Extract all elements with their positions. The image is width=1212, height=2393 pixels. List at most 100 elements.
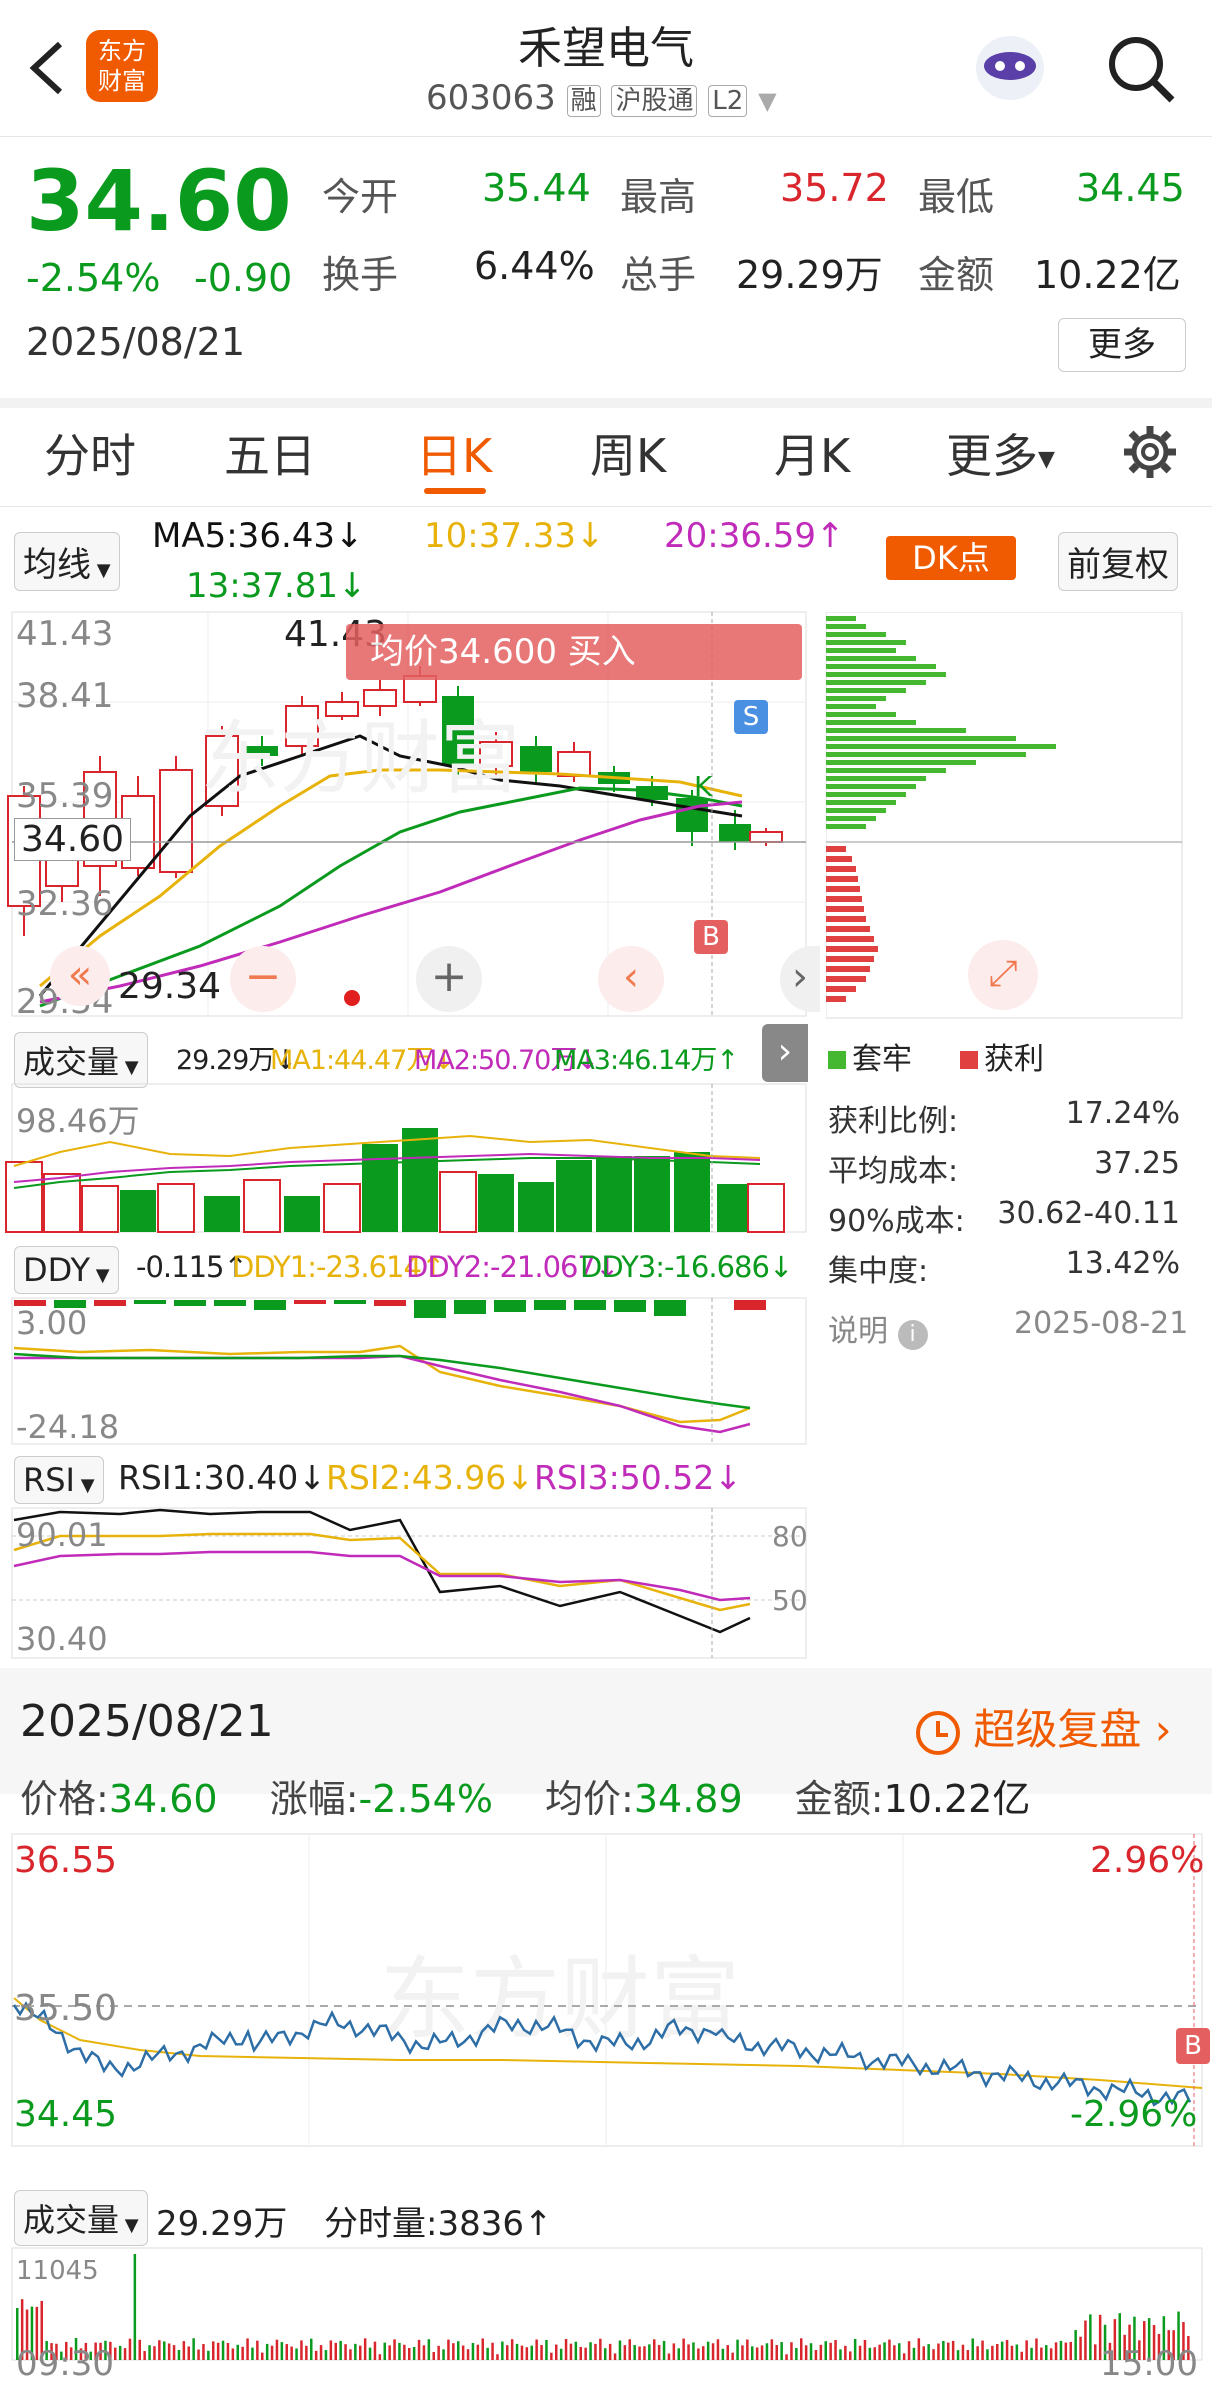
minute-volume-label: 分时量: [324,2204,438,2244]
zoom-out-icon[interactable]: − [230,946,296,1012]
intraday-volume-bar [368,2347,372,2360]
intraday-volume-bar [172,2345,176,2360]
cost-bar-trapped [826,616,856,621]
badge-connect: 沪股通 [611,85,698,117]
intraday-volume-bar [491,2342,494,2360]
intraday-amount-label: 金额: [794,1777,884,1821]
cost-bar-trapped [826,760,976,765]
intraday-volume-bar [922,2346,925,2360]
intraday-volume-bar [226,2342,230,2360]
intraday-volume-bar [525,2347,529,2360]
intraday-pct: -2.54% [358,1777,493,1821]
intraday-volume-bar [167,2343,171,2360]
intraday-volume-bar [1089,2314,1092,2360]
intraday-volume-bar [1010,2345,1014,2360]
rsi-select[interactable]: RSI ▼ [14,1456,104,1504]
super-review-label: 超级复盘 [973,1705,1142,1754]
zoom-in-icon[interactable]: + [416,946,482,1012]
amount-label: 金额 [918,253,995,297]
volume-bar [634,1156,670,1232]
buy-signal-b: B [694,920,728,954]
cost-bar-trapped [826,696,886,701]
intraday-volume-bar [506,2345,509,2360]
intraday-avg-label: 均价: [545,1777,634,1821]
tab-daily-k[interactable]: 日K [416,420,492,486]
tab-more[interactable]: 更多▼ [946,420,1055,486]
intraday-volume-bar [559,2348,563,2360]
stock-code-row[interactable]: 603063 融 沪股通 L2 ▼ [426,78,777,118]
cost-bar-profit [826,926,870,932]
intraday-volume-bar [839,2349,842,2360]
cost-90-row: 90%成本: 30.62-40.11 [828,1196,1180,1240]
expand-panel-icon[interactable]: › [762,1024,808,1082]
settings-gear-icon[interactable] [1120,422,1180,482]
intraday-volume-bar [422,2345,426,2360]
intraday-volume-bar [780,2342,783,2360]
intraday-volume-bar [564,2338,568,2360]
scroll-left-icon[interactable]: ‹ [598,946,664,1012]
intraday-volume-bar [295,2348,298,2360]
profit-ratio-value: 17.24% [1065,1096,1180,1131]
legend-trapped: 套牢 [828,1034,912,1078]
concentration-row: 集中度: 13.42% [828,1246,1180,1290]
tab-weekly-k[interactable]: 周K [590,420,666,486]
intraday-volume-bar [844,2345,847,2360]
intraday-volume-bar [408,2348,411,2360]
ma-select[interactable]: 均线 ▼ [14,532,120,591]
cost-bar-trapped [826,768,946,773]
intraday-volume-bar [986,2349,989,2360]
volume-bar [402,1128,438,1232]
intraday-volume-bar [1035,2338,1038,2360]
intraday-volume-bar [270,2345,274,2360]
dk-point-button[interactable]: DK点 [886,536,1016,580]
adjust-button[interactable]: 前复权 [1058,532,1178,591]
tab-monthly-k[interactable]: 月K [774,420,850,486]
ddy-bar [134,1300,166,1304]
intraday-chart[interactable]: 东方财富 [0,1830,1212,2150]
intraday-volume-bar [241,2346,244,2360]
cost-bar-trapped [826,736,1016,741]
intraday-volume-bar [123,2348,127,2360]
current-price-tag: 34.60 [14,818,132,861]
intraday-pct-top: 2.96% [1090,1840,1205,1881]
scroll-left-fast-icon[interactable]: « [50,946,110,1006]
intraday-volume-bar [976,2346,979,2360]
intraday-volume-bar [589,2342,592,2360]
ddy-bar [494,1300,526,1312]
ddy-bar [614,1300,646,1312]
candle-body [520,746,552,772]
explain-link[interactable]: 说明 i [828,1306,928,1350]
cost-bar-trapped [826,728,966,733]
search-icon[interactable] [1104,32,1178,106]
candle-body [749,831,783,843]
tab-intraday[interactable]: 分时 [44,420,136,486]
intraday-volume-bar [648,2344,651,2360]
tab-five-day[interactable]: 五日 [224,420,316,486]
ddy3-value: DDY3:-16.686↓ [580,1250,793,1284]
intraday-volume-bar [947,2342,950,2360]
intraday-volume-bar [981,2340,984,2360]
intraday-volume-select[interactable]: 成交量 ▼ [14,2190,148,2246]
avg-price-banner: 均价34.600 买入 [346,624,802,680]
badge-margin: 融 [566,85,601,117]
cost-bar-trapped [826,744,1056,749]
super-review-button[interactable]: 超级复盘 › [916,1696,1172,1757]
intraday-y-mid: 35.50 [14,1988,118,2029]
kline-axis-3: 35.39 [16,776,114,816]
robot-assistant-icon[interactable] [966,26,1054,110]
cost-bar-trapped [826,664,936,669]
intraday-volume-bar [314,2350,318,2360]
cost-bar-trapped [826,672,946,677]
intraday-volume-bar [192,2338,195,2360]
intraday-volume-bar [305,2345,308,2360]
intraday-volume-bar [741,2345,744,2360]
intraday-volume-bar [755,2347,759,2360]
intraday-volume-total: 29.29万 [156,2204,288,2244]
more-button[interactable]: 更多 [1058,318,1186,372]
high-label: 最高 [620,175,697,219]
ddy-bar [654,1300,686,1316]
ddy-select[interactable]: DDY ▼ [14,1246,119,1294]
intraday-volume-bar [354,2343,357,2360]
volume-select[interactable]: 成交量 ▼ [14,1032,148,1088]
signal-k: K [694,770,713,803]
